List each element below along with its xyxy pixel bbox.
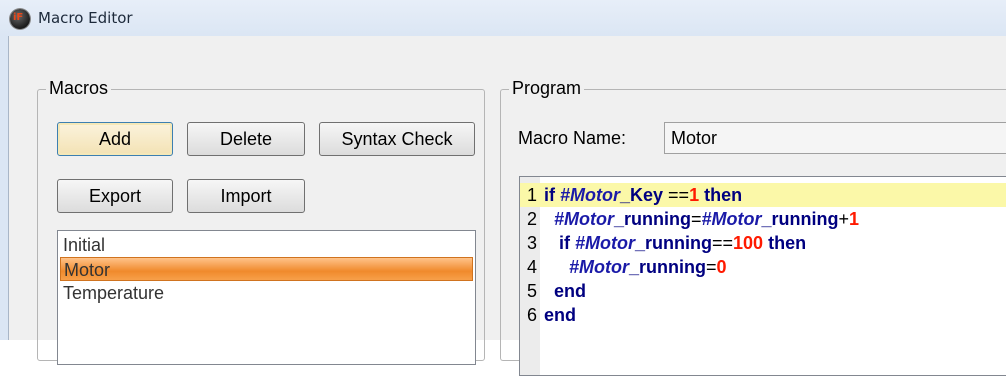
- code-token: end: [544, 281, 587, 301]
- line-number: 3: [526, 233, 537, 253]
- list-item-motor[interactable]: Motor: [60, 257, 473, 281]
- list-item-initial[interactable]: Initial: [60, 233, 473, 257]
- code-token: if: [544, 185, 560, 205]
- code-text: if #Motor_Key ==1 then: [544, 183, 742, 207]
- code-token: ==: [712, 233, 734, 253]
- code-token: 100: [733, 233, 764, 253]
- macros-group-label: Macros: [46, 78, 112, 99]
- code-token: #Motor: [544, 257, 629, 277]
- line-number: 6: [526, 305, 537, 325]
- syntax-check-button[interactable]: Syntax Check: [319, 122, 475, 156]
- code-line-4[interactable]: 4 #Motor_running=0: [520, 255, 1006, 279]
- line-number: 1: [526, 185, 537, 205]
- editor-window: Macros Add Delete Syntax Check Export Im…: [8, 36, 1006, 376]
- code-token: if: [544, 233, 575, 253]
- code-editor[interactable]: 1 if #Motor_Key ==1 then 2 #Motor_running=…: [519, 176, 1006, 376]
- code-text: end: [544, 279, 586, 303]
- delete-button[interactable]: Delete: [187, 122, 305, 156]
- program-group: Program Macro Name: Motor 1 if #Motor_Key…: [500, 78, 1006, 376]
- code-token: +: [838, 209, 850, 229]
- app-logo-text: iF: [13, 12, 24, 23]
- code-token: 1: [689, 185, 700, 205]
- code-text: #Motor_running=#Motor_running+1: [544, 207, 859, 231]
- code-token: then: [699, 185, 743, 205]
- code-token: #Motor: [701, 209, 762, 229]
- code-line-5[interactable]: 5 end: [520, 279, 1006, 303]
- code-token: _Key: [620, 185, 669, 205]
- code-line-6[interactable]: 6 end: [520, 303, 1006, 327]
- add-button[interactable]: Add: [57, 122, 173, 156]
- code-token: _running: [761, 209, 839, 229]
- code-token: 1: [849, 209, 860, 229]
- code-text: if #Motor_running==100 then: [544, 231, 806, 255]
- import-button[interactable]: Import: [187, 179, 305, 213]
- code-token: _running: [635, 233, 712, 253]
- macro-name-label: Macro Name:: [518, 128, 627, 148]
- code-token: 0: [716, 257, 727, 277]
- title-bar: iF Macro Editor: [0, 0, 1006, 36]
- code-token: _running: [614, 209, 691, 229]
- code-line-1[interactable]: 1 if #Motor_Key ==1 then: [520, 183, 1006, 207]
- app-logo-icon[interactable]: iF: [10, 9, 30, 29]
- code-token: =: [691, 209, 702, 229]
- code-token: #Motor: [544, 209, 614, 229]
- program-group-label: Program: [509, 78, 585, 99]
- code-token: =: [706, 257, 717, 277]
- line-number: 5: [526, 281, 537, 301]
- code-token: then: [763, 233, 807, 253]
- code-text: #Motor_running=0: [544, 255, 727, 279]
- code-token: end: [544, 305, 577, 325]
- code-token: _running: [629, 257, 706, 277]
- window-title: Macro Editor: [38, 9, 133, 27]
- code-token: ==: [668, 185, 690, 205]
- code-line-2[interactable]: 2 #Motor_running=#Motor_running+1: [520, 207, 1006, 231]
- macro-list[interactable]: Initial Motor Temperature: [57, 230, 476, 365]
- macro-name-field[interactable]: Motor: [664, 122, 1006, 154]
- code-text: end: [544, 303, 576, 327]
- code-token: #Motor: [560, 185, 620, 205]
- macros-group: Macros Add Delete Syntax Check Export Im…: [37, 78, 485, 365]
- list-item-temperature[interactable]: Temperature: [60, 281, 473, 305]
- line-number: 2: [526, 209, 537, 229]
- line-number: 4: [526, 257, 537, 277]
- export-button[interactable]: Export: [57, 179, 173, 213]
- code-line-3[interactable]: 3 if #Motor_running==100 then: [520, 231, 1006, 255]
- window-frame-edge: [0, 36, 8, 340]
- code-token: #Motor: [575, 233, 635, 253]
